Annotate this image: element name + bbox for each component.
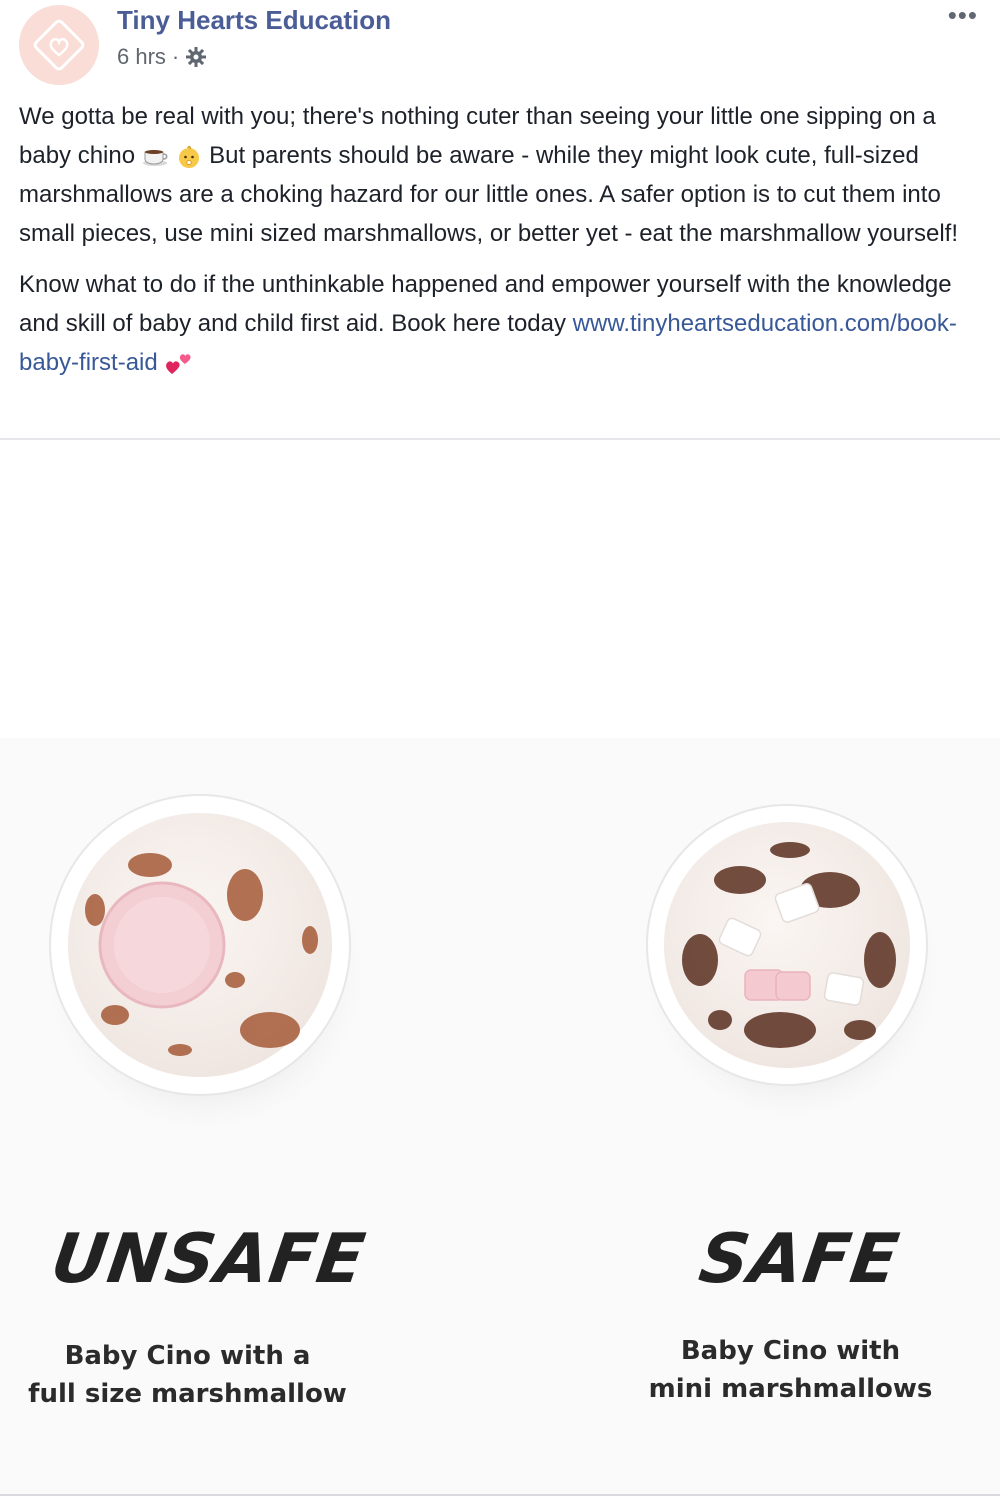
post-paragraph-2: Know what to do if the unthinkable happe…	[19, 265, 984, 382]
coffee-icon	[142, 149, 168, 166]
post-body: We gotta be real with you; there's nothi…	[19, 97, 984, 394]
two-hearts-icon	[166, 353, 191, 374]
baby-icon	[179, 145, 200, 168]
unsafe-title: UNSAFE	[46, 1220, 371, 1299]
safe-caption: Baby Cino with mini marshmallows	[618, 1332, 963, 1408]
post-header: Tiny Hearts Education 6 hrs · •••	[0, 0, 1000, 90]
page-name-link[interactable]: Tiny Hearts Education	[117, 5, 391, 36]
gear-icon[interactable]	[185, 46, 207, 68]
unsafe-cup	[33, 783, 377, 1127]
safe-caption-line-1: Baby Cino with	[680, 1336, 901, 1366]
post-meta: 6 hrs ·	[117, 44, 207, 70]
unsafe-caption-line-1: Baby Cino with a	[64, 1341, 311, 1371]
post-image[interactable]: UNSAFE Baby Cino with a full size marshm…	[0, 440, 1000, 1494]
safe-caption-line-2: mini marshmallows	[648, 1374, 933, 1404]
page-avatar[interactable]	[19, 5, 99, 85]
more-options-button[interactable]: •••	[948, 0, 978, 31]
unsafe-caption: Baby Cino with a full size marshmallow	[0, 1337, 375, 1413]
meta-separator: ·	[171, 44, 180, 69]
post-timestamp[interactable]: 6 hrs	[117, 44, 166, 70]
safe-cup	[632, 795, 952, 1115]
heart-logo-icon	[33, 19, 85, 71]
post-paragraph-1: We gotta be real with you; there's nothi…	[19, 97, 984, 253]
post-bottom-border	[0, 1494, 1000, 1496]
unsafe-caption-line-2: full size marshmallow	[28, 1379, 347, 1409]
safe-title: SAFE	[694, 1220, 905, 1299]
